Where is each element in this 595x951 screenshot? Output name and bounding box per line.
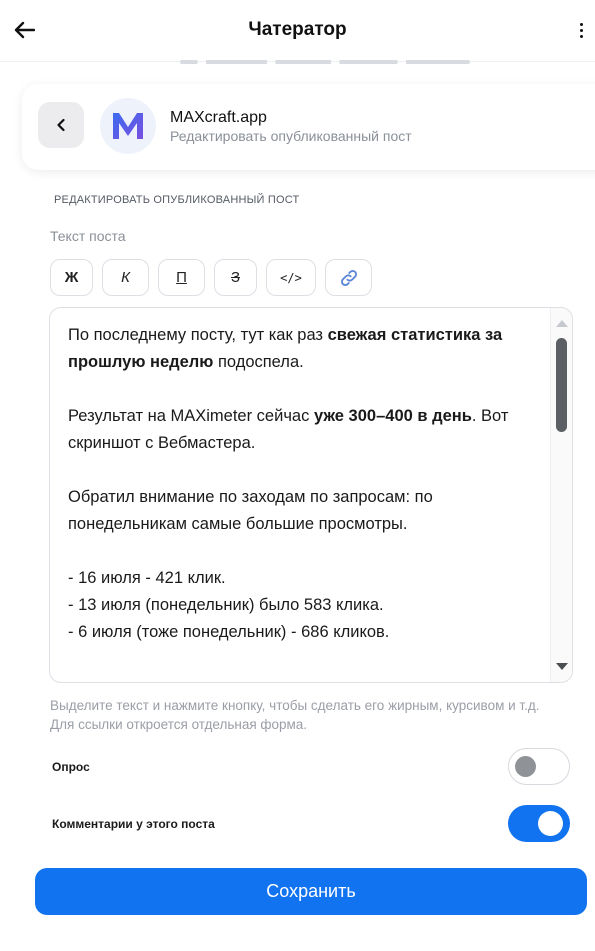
kebab-menu-icon[interactable] — [571, 14, 591, 46]
scroll-up-arrow-icon[interactable] — [556, 320, 568, 327]
link-button[interactable] — [325, 259, 372, 296]
italic-button[interactable]: К — [102, 259, 149, 296]
toggle-knob — [515, 756, 536, 777]
page-title: Чатератор — [248, 19, 347, 40]
app-name: MAXcraft.app — [170, 109, 267, 126]
post-paragraph: Результат на MAXimeter сейчас уже 300–40… — [68, 407, 509, 452]
comments-label: Комментарии у этого поста — [52, 817, 215, 831]
post-text-label: Текст поста — [50, 228, 126, 244]
formatting-hint: Выделите текст и нажмите кнопку, чтобы с… — [50, 698, 540, 732]
poll-toggle[interactable] — [508, 748, 570, 785]
post-text-content[interactable]: По последнему посту, тут как раз свежая … — [68, 322, 542, 646]
list-item: - 13 июля (понедельник) было 583 клика. — [68, 596, 384, 614]
section-heading: РЕДАКТИРОВАТЬ ОПУБЛИКОВАННЫЙ ПОСТ — [54, 194, 300, 206]
formatting-toolbar: Ж К П З </> — [50, 259, 372, 297]
post-paragraph: По последнему посту, тут как раз свежая … — [68, 326, 503, 371]
code-button[interactable]: </> — [266, 259, 316, 296]
comments-toggle[interactable] — [508, 805, 570, 842]
app-header-card: MAXcraft.app Редактировать опубликованны… — [22, 84, 595, 170]
bold-button[interactable]: Ж — [50, 259, 93, 296]
list-item: - 16 июля - 421 клик. — [68, 569, 226, 587]
scroll-down-arrow-icon[interactable] — [556, 663, 568, 670]
card-subtitle: Редактировать опубликованный пост — [170, 128, 412, 144]
editor-scrollbar[interactable] — [550, 308, 572, 682]
max-logo-icon — [100, 98, 156, 154]
list-item: - 6 июля (тоже понедельник) - 686 кликов… — [68, 623, 390, 641]
card-back-button[interactable] — [38, 102, 84, 148]
scrolled-content-remnant — [180, 56, 470, 66]
underline-button[interactable]: П — [158, 259, 205, 296]
chevron-left-icon — [57, 118, 65, 132]
scroll-thumb[interactable] — [556, 338, 567, 432]
poll-label: Опрос — [52, 760, 90, 774]
top-bar: Чатератор — [0, 0, 595, 62]
strikethrough-button[interactable]: З — [214, 259, 257, 296]
save-button[interactable]: Сохранить — [35, 868, 587, 915]
post-paragraph: Обратил внимание по заходам по запросам:… — [68, 488, 433, 533]
link-icon — [340, 269, 357, 286]
toggle-knob — [538, 811, 563, 836]
post-text-editor[interactable]: По последнему посту, тут как раз свежая … — [49, 307, 573, 683]
